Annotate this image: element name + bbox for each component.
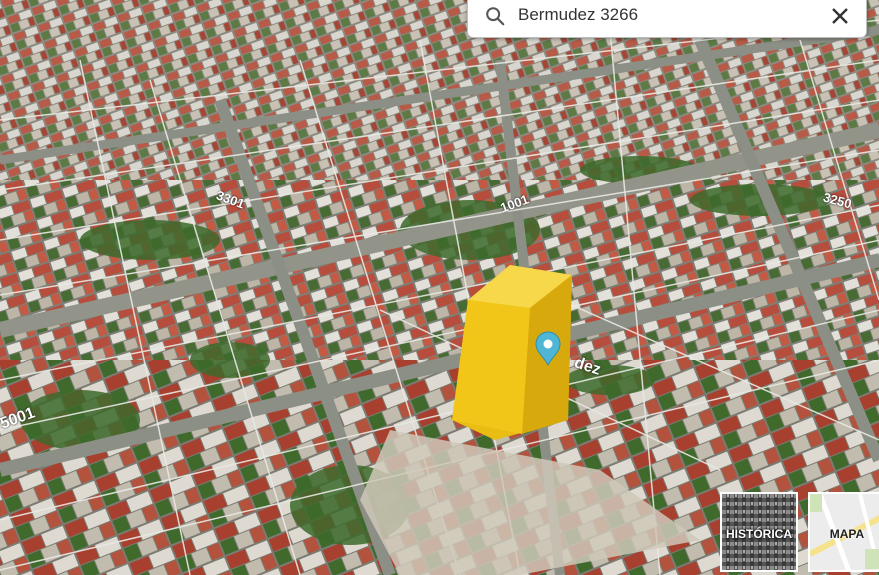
close-icon[interactable] [828, 4, 852, 28]
historica-label: HISTÓRICA [726, 527, 792, 541]
historica-layer-button[interactable]: HISTÓRICA [720, 492, 798, 572]
satellite-3d-map[interactable]: 3301 1001 3250 dez 5001 [0, 0, 879, 575]
search-bar [467, 0, 867, 38]
search-icon[interactable] [484, 5, 506, 27]
mapa-label: MAPA [829, 527, 865, 541]
map-imagery [0, 0, 879, 575]
mapa-layer-button[interactable]: MAPA [808, 492, 879, 572]
search-input[interactable] [518, 0, 808, 30]
